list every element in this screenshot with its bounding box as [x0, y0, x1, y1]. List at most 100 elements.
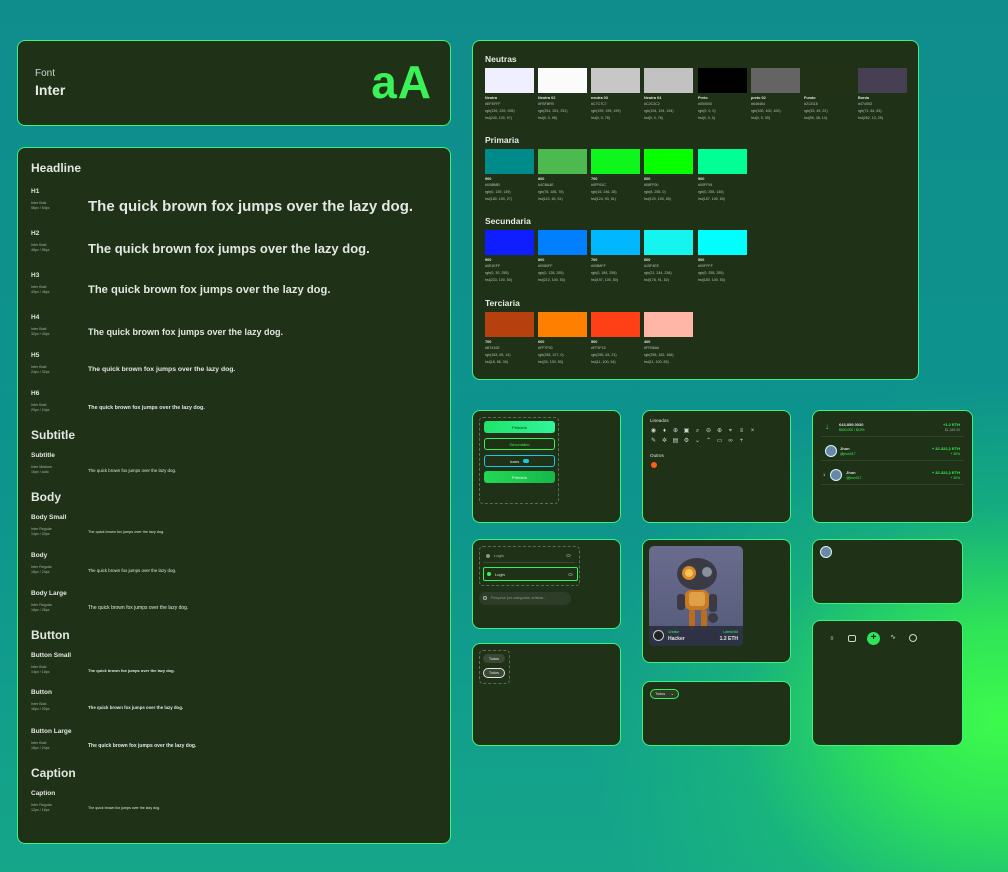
plus-icon[interactable]: +	[738, 438, 745, 445]
color-swatch[interactable]	[698, 230, 747, 255]
gear-icon[interactable]: ⚙	[683, 438, 690, 445]
avatar-card	[812, 539, 963, 604]
swatch-rgb: rgb(255, 63, 21)	[591, 353, 617, 357]
color-swatch[interactable]	[804, 68, 853, 93]
style-sample-text: The quick brown fox jumps over the lazy …	[88, 667, 175, 673]
color-swatch[interactable]	[538, 230, 587, 255]
add-button[interactable]: +	[867, 632, 880, 645]
buttons-card: Primário Secundário Icons Primário	[472, 410, 621, 523]
secondary-button[interactable]: Secundário	[484, 438, 555, 450]
globe-icon[interactable]: ⊕	[672, 428, 679, 435]
ethereum-icon[interactable]: ⬨	[828, 635, 836, 643]
lock-icon[interactable]: ▣	[683, 428, 690, 435]
chevron-down-icon[interactable]: ⌄	[694, 438, 701, 445]
typography-section-caption: Caption	[31, 766, 76, 780]
swatch-name: 800	[538, 177, 545, 181]
style-name: Button	[31, 689, 52, 696]
gamepad-icon	[523, 459, 530, 463]
wallet-row-user[interactable]: Jhon @jhon017 + 32.322,2 ETH + 30%	[821, 443, 964, 461]
color-swatch[interactable]	[644, 68, 693, 93]
icons-button-label: Icons	[509, 458, 520, 464]
ethereum-icon[interactable]: ♦	[661, 428, 668, 435]
activity-icon[interactable]: ∿	[889, 634, 897, 642]
swatch-hex: #EFEFFF	[485, 102, 501, 106]
swatch-hsl: hsl(0, 0, 0)	[698, 116, 715, 120]
color-swatch[interactable]	[485, 312, 534, 337]
palette-group-neutras: Neutras	[485, 54, 517, 64]
style-sample-text: The quick brown fox jumps over the lazy …	[88, 405, 205, 412]
search-input[interactable]: Pesquise por categorias, artistas...	[479, 592, 571, 605]
edit-icon[interactable]: ✎	[650, 438, 657, 445]
swatch-rgb: rgb(0, 139, 139)	[485, 190, 511, 194]
swatch-name: neutra 03	[591, 96, 608, 100]
color-swatch[interactable]	[644, 149, 693, 174]
swatch-rgb: rgb(0, 184, 255)	[591, 271, 617, 275]
login-input-focused[interactable]: Login	[483, 567, 578, 581]
swatch-hsl: hsl(124, 93, 51)	[591, 197, 616, 201]
swatch-hsl: hsl(18, 86, 39)	[485, 360, 508, 364]
swatch-rgb: rgb(183, 65, 14)	[485, 353, 511, 357]
settings-icon[interactable]: ✲	[661, 438, 668, 445]
wallet-row-balance[interactable]: ↓ 643.859.0030 $600,000 / $10% +1.2 ETH …	[821, 419, 964, 437]
navbar-card: ⬨ + ∿	[812, 620, 963, 746]
style-size: 12px / 16px	[31, 808, 50, 812]
primary-button-solid[interactable]: Primário	[484, 471, 555, 483]
color-swatch[interactable]	[591, 230, 640, 255]
eye-icon	[566, 554, 571, 557]
swatch-hex: #B7410E	[485, 346, 500, 350]
font-sample: aA	[371, 56, 432, 108]
primary-button[interactable]: Primário	[484, 421, 555, 433]
color-swatch[interactable]	[698, 68, 747, 93]
style-size: 16px / 24px	[31, 570, 50, 574]
user-profile-icon[interactable]	[909, 634, 917, 642]
chip-todos[interactable]: Todos	[483, 654, 505, 663]
swatch-hex: #15F4EE	[644, 264, 659, 268]
wallet-icon[interactable]: ▭	[716, 438, 723, 445]
file-icon[interactable]: ▤	[672, 438, 679, 445]
search-icon	[483, 596, 487, 600]
dropdown-select[interactable]: Todos ⌄	[650, 689, 679, 699]
search-placeholder: Pesquise por categorias, artistas...	[491, 596, 547, 600]
balance-value: 643.859.0030	[839, 422, 864, 427]
tag-icon[interactable]: ⌖	[727, 428, 734, 435]
chevron-up-icon[interactable]: ⌃	[705, 438, 712, 445]
lineados-label: Lineados	[650, 418, 669, 423]
style-name: Body Small	[31, 514, 67, 521]
color-swatch[interactable]	[485, 230, 534, 255]
color-swatch[interactable]	[538, 312, 587, 337]
color-swatch[interactable]	[538, 68, 587, 93]
search-icon[interactable]: ⌕	[694, 428, 701, 435]
close-icon[interactable]: ×	[749, 428, 756, 435]
color-swatch[interactable]	[591, 149, 640, 174]
login-input-default[interactable]: Login	[483, 550, 575, 563]
link-icon[interactable]: ∞	[727, 438, 734, 445]
balance-eth: +1.2 ETH	[942, 422, 960, 427]
color-swatch[interactable]	[858, 68, 907, 93]
swatch-hsl: hsl(197, 100, 50)	[591, 278, 618, 282]
color-swatch[interactable]	[591, 68, 640, 93]
chip-todos-selected[interactable]: Todos	[483, 668, 505, 678]
dropdown-card: Todos ⌄	[642, 681, 791, 746]
color-swatch[interactable]	[644, 312, 693, 337]
user-icon	[487, 572, 491, 576]
color-swatch[interactable]	[751, 68, 800, 93]
color-swatch[interactable]	[538, 149, 587, 174]
swatch-rgb: rgb(76, 186, 78)	[538, 190, 564, 194]
nft-card: Creator Hacker Latest bid 1.2 ETH	[642, 539, 791, 663]
user-pct: + 30%	[950, 452, 960, 456]
color-swatch[interactable]	[591, 312, 640, 337]
color-swatch[interactable]	[485, 149, 534, 174]
plus-circle-icon[interactable]: ⊕	[716, 428, 723, 435]
menu-icon[interactable]: ≡	[738, 428, 745, 435]
color-swatch[interactable]	[644, 230, 693, 255]
balance-eth-sub: $1,345.00	[944, 428, 960, 432]
wallet-row-rank[interactable]: 1 Jhon @jhon017 + 32.322,2 ETH + 30%	[821, 467, 964, 485]
color-swatch[interactable]	[698, 149, 747, 174]
wallet-icon[interactable]	[848, 635, 856, 642]
avatar[interactable]	[820, 546, 832, 558]
minus-circle-icon[interactable]: ⊖	[705, 428, 712, 435]
color-swatch[interactable]	[485, 68, 534, 93]
icons-button[interactable]: Icons	[484, 455, 555, 467]
swatch-name: 700	[485, 340, 492, 344]
eye-icon[interactable]: ◉	[650, 428, 657, 435]
